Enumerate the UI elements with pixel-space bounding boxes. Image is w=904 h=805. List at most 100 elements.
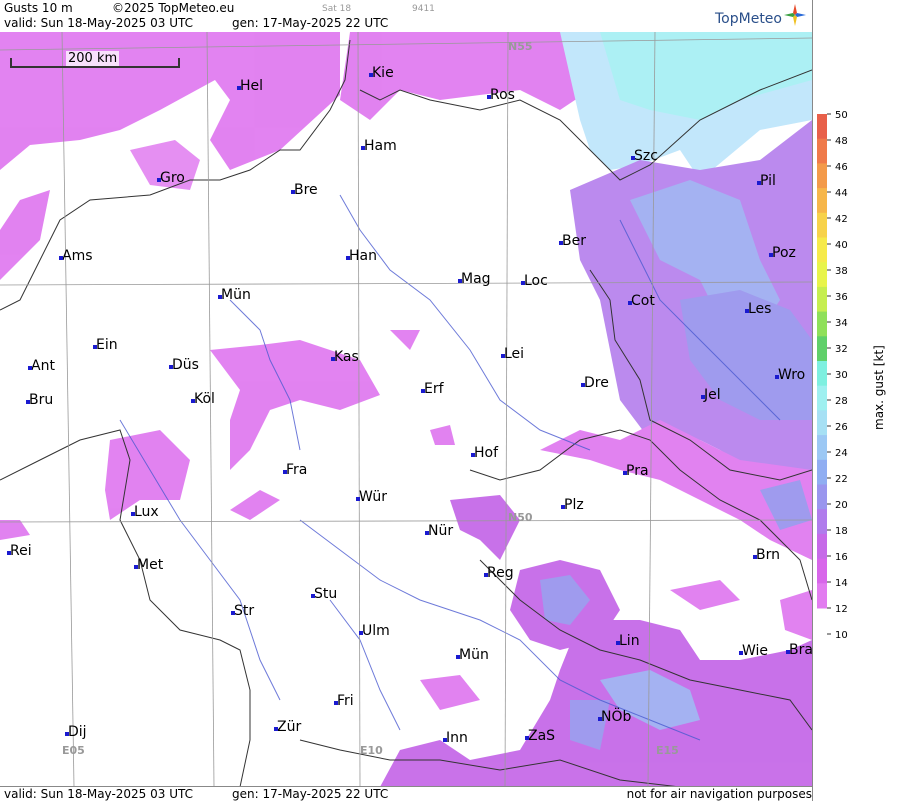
city-name: Mün	[221, 287, 251, 303]
legend-color-band	[817, 138, 827, 164]
scale-bar: 200 km	[10, 51, 180, 68]
city-zür: Zür	[274, 720, 301, 734]
city-brn: Brn	[753, 547, 780, 563]
city-name: Hel	[240, 78, 264, 94]
legend-color-band	[817, 237, 827, 263]
valid-time: valid: Sun 18-May-2025 03 UTC	[4, 16, 193, 30]
legend-tick-label: 38	[835, 266, 848, 277]
legend: 50 48 46 44 42 40 38 36 34 32 30 28 26 24 22 20 18 16 14 12…	[812, 0, 904, 801]
legend-color-band	[817, 484, 827, 510]
city-ber: Ber	[559, 234, 586, 248]
city-lin: Lin	[616, 634, 640, 648]
city-name: Bre	[294, 182, 318, 198]
city-marker	[487, 95, 491, 99]
city-köl: Köl	[191, 392, 215, 406]
city-marker	[745, 309, 749, 313]
legend-tick-label: 30	[835, 370, 848, 381]
city-marker	[283, 470, 287, 474]
city-hof: Hof	[471, 446, 498, 460]
legend-tick-label: 42	[835, 214, 848, 225]
city-name: Gro	[160, 170, 185, 186]
legend-tick-label: 44	[835, 188, 848, 199]
city-poz: Poz	[769, 246, 796, 260]
legend-color-band	[817, 509, 827, 535]
city-wro: Wro	[775, 367, 806, 383]
city-les: Les	[745, 301, 772, 317]
city-lux: Lux	[131, 504, 159, 520]
city-marker	[701, 395, 705, 399]
city-cot: Cot	[628, 294, 655, 308]
city-name: Han	[349, 248, 377, 264]
city-name: Dij	[68, 724, 87, 740]
city-marker	[134, 565, 138, 569]
legend-color-band	[817, 385, 827, 411]
city-name: Kie	[372, 65, 394, 81]
header-bar: Gusts 10 m ©2025 TopMeteo.eu Sat 18 9411…	[0, 0, 812, 33]
city-name: Pil	[760, 173, 776, 189]
city-name: Plz	[564, 497, 584, 513]
city-kas: Kas	[331, 350, 359, 364]
city-marker	[218, 295, 222, 299]
city-marker	[169, 365, 173, 369]
legend-color-band	[817, 163, 827, 189]
city-name: Wro	[778, 367, 806, 383]
city-name: Lei	[504, 346, 525, 362]
legend-tick-label: 28	[835, 396, 848, 407]
city-name: Inn	[446, 730, 468, 746]
city-wie: Wie	[739, 644, 768, 658]
city-bru: Bru	[26, 392, 54, 408]
city-marker	[93, 345, 97, 349]
city-name: Mag	[461, 271, 491, 287]
city-fra: Fra	[283, 463, 307, 477]
city-rei: Rei	[7, 544, 32, 558]
brand-logo: TopMeteo	[715, 11, 782, 27]
city-name: Fri	[337, 693, 354, 709]
city-name: Ros	[490, 87, 515, 103]
city-name: Brn	[756, 547, 780, 563]
city-marker	[561, 505, 565, 509]
city-mün: Mün	[218, 287, 251, 303]
legend-tick-label: 36	[835, 292, 848, 303]
grid-label-n55: N55	[508, 40, 533, 53]
legend-tick-label: 16	[835, 552, 848, 563]
city-marker	[291, 190, 295, 194]
city-name: Ams	[62, 248, 93, 264]
city-düs: Düs	[169, 358, 199, 372]
city-marker	[359, 631, 363, 635]
city-marker	[421, 389, 425, 393]
city-str: Str	[231, 604, 254, 618]
city-name: Loc	[524, 273, 548, 289]
city-name: Lux	[134, 504, 159, 520]
city-name: Pra	[626, 463, 649, 479]
city-marker	[274, 727, 278, 731]
city-mün: Mün	[456, 648, 489, 662]
grid-label-e05: E05	[62, 744, 85, 757]
legend-tick-label: 12	[835, 604, 848, 615]
city-zas: ZaS	[525, 729, 555, 743]
city-name: Bru	[29, 392, 54, 408]
city-name: Dre	[584, 375, 609, 391]
grid-label-e15: E15	[656, 744, 679, 757]
legend-tick-label: 18	[835, 526, 848, 537]
legend-color-band	[817, 361, 827, 387]
city-marker	[231, 611, 235, 615]
legend-color-band	[817, 188, 827, 214]
city-fri: Fri	[334, 693, 354, 709]
city-marker	[757, 181, 761, 185]
gust-map[interactable]: N55 N50 E05 E10 E15 200 km Kie Hel Ros Ham S…	[0, 32, 812, 787]
legend-color-band	[817, 533, 827, 560]
footer-bar: valid: Sun 18-May-2025 03 UTC gen: 17-Ma…	[0, 786, 812, 801]
legend-tick-label: 22	[835, 474, 848, 485]
city-marker	[521, 281, 525, 285]
legend-title: max. gust [kt]	[872, 345, 886, 430]
city-ams: Ams	[59, 248, 93, 264]
city-wür: Wür	[356, 490, 387, 504]
legend-tick-label: 10	[835, 630, 848, 641]
city-met: Met	[134, 558, 163, 572]
city-name: Szc	[634, 148, 658, 164]
city-gro: Gro	[157, 170, 185, 186]
city-name: Les	[748, 301, 772, 317]
city-marker	[623, 471, 627, 475]
legend-color-band	[817, 435, 827, 461]
legend-tick-label: 20	[835, 500, 848, 511]
